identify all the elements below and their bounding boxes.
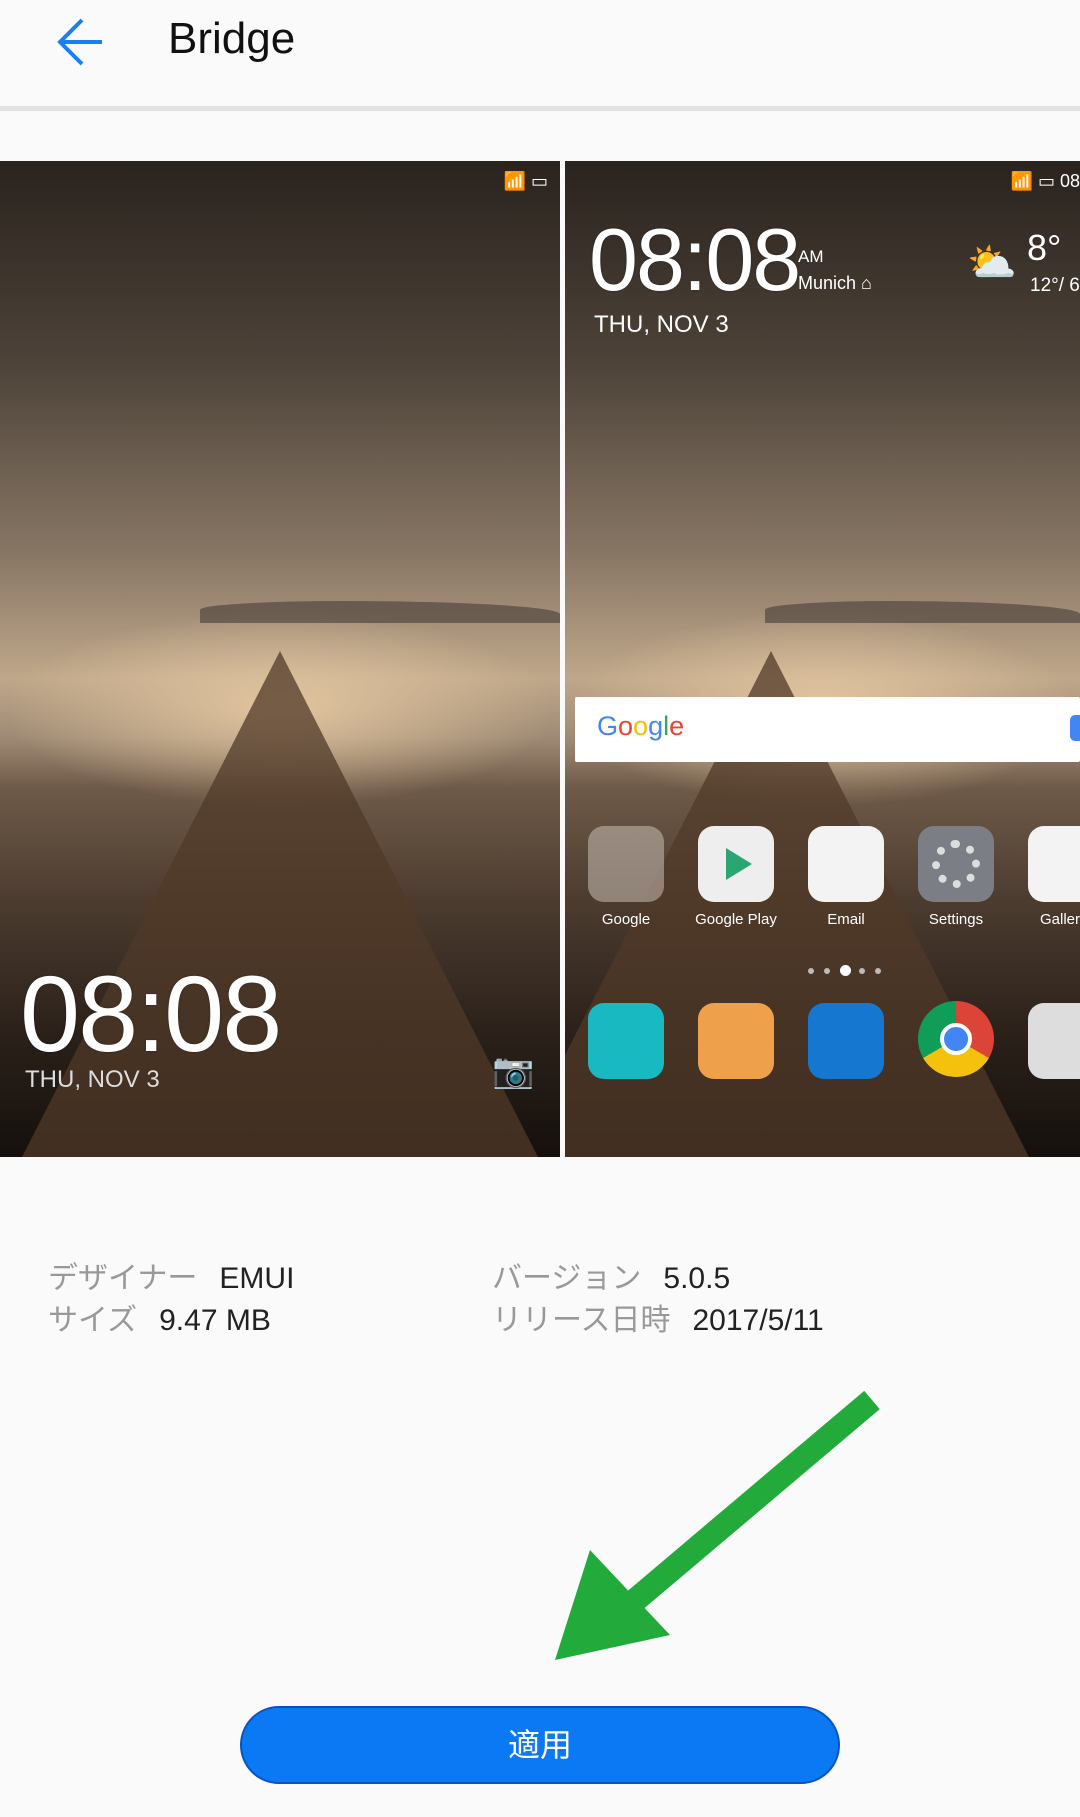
camera-icon[interactable]: 📷	[492, 1051, 534, 1091]
lock-clock: 08:08	[20, 953, 282, 1074]
google-search-bar[interactable]: Google	[575, 697, 1080, 762]
phone-icon[interactable]	[588, 1003, 664, 1079]
designer-value: EMUI	[219, 1262, 295, 1295]
release-row: リリース日時 2017/5/11	[492, 1295, 824, 1339]
divider	[0, 106, 1080, 111]
hill	[200, 601, 560, 623]
app-bar: Bridge	[0, 0, 1080, 108]
home-icon: ⌂	[861, 273, 872, 293]
gallery-icon[interactable]	[1028, 826, 1080, 902]
release-label: リリース日時	[492, 1304, 671, 1337]
page-dot	[824, 968, 830, 974]
version-row: バージョン 5.0.5	[492, 1253, 730, 1297]
status-time: 08	[1059, 171, 1080, 191]
release-value: 2017/5/11	[692, 1304, 824, 1337]
camera-app-icon[interactable]	[1028, 1003, 1080, 1079]
city-name: Munich	[798, 273, 857, 293]
settings-icon[interactable]	[918, 826, 994, 902]
ampm: AM	[798, 247, 824, 266]
app-label: Google	[601, 911, 651, 928]
version-value: 5.0.5	[663, 1262, 731, 1295]
city: Munich ⌂	[798, 273, 872, 294]
google-play-icon[interactable]	[698, 826, 774, 902]
page-dot	[875, 968, 881, 974]
page-dot-active	[840, 965, 851, 976]
page-dot	[808, 968, 814, 974]
designer-row: デザイナー EMUI	[48, 1253, 294, 1297]
home-clock: 08:08	[589, 210, 801, 309]
status-icons: 📶 ▭ 08	[1010, 171, 1080, 191]
version-label: バージョン	[492, 1262, 642, 1295]
green-arrow-annotation	[555, 1390, 880, 1660]
email-icon[interactable]	[808, 826, 884, 902]
app-label: Galler	[1040, 911, 1080, 928]
status-icons: 📶 ▭	[503, 171, 548, 191]
lock-screen-preview[interactable]: 📶 ▭ 08:08 THU, NOV 3 📷	[0, 161, 560, 1157]
messages-icon[interactable]	[808, 1003, 884, 1079]
app-label: Settings	[928, 911, 984, 928]
temp-range: 12°/ 6	[1030, 275, 1080, 296]
google-logo: Google	[597, 711, 685, 741]
app-label: Google Play	[695, 911, 777, 928]
size-row: サイズ 9.47 MB	[48, 1295, 271, 1339]
chrome-icon[interactable]	[918, 1001, 994, 1077]
temperature: 8°	[1027, 227, 1062, 268]
contacts-icon[interactable]	[698, 1003, 774, 1079]
hill	[765, 601, 1080, 623]
google-folder-icon[interactable]	[588, 826, 664, 902]
size-value: 9.47 MB	[159, 1304, 271, 1337]
size-label: サイズ	[48, 1304, 138, 1337]
lock-date: THU, NOV 3	[25, 1066, 160, 1093]
page-dot	[859, 968, 865, 974]
mic-icon[interactable]	[1070, 715, 1080, 741]
weather-icon[interactable]: ⛅	[967, 239, 1017, 286]
designer-label: デザイナー	[48, 1262, 198, 1295]
arrow-left-icon[interactable]	[52, 12, 116, 72]
home-screen-preview[interactable]: 📶 ▭ 08 08:08 AM Munich ⌂ THU, NOV 3 ⛅ 8°…	[565, 161, 1080, 1157]
page-title: Bridge	[168, 14, 296, 63]
apply-button[interactable]: 適用	[240, 1706, 840, 1784]
home-date: THU, NOV 3	[594, 311, 729, 338]
app-label: Email	[827, 911, 865, 928]
